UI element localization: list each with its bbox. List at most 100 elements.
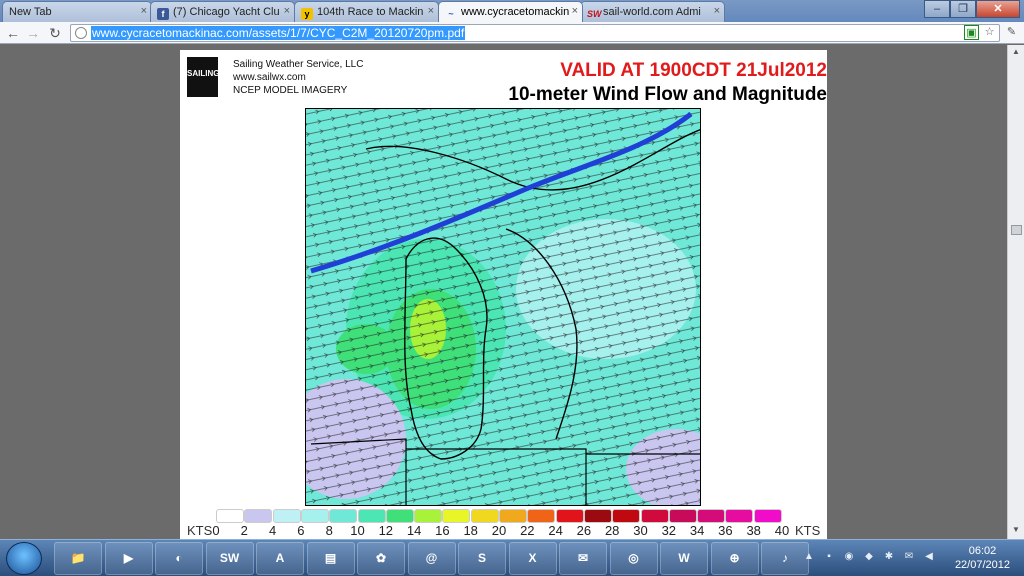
- tab-sail-world[interactable]: SW sail-world.com Admi ×: [580, 1, 725, 22]
- legend-tick-label: 34: [689, 523, 705, 538]
- taskbar-folder-icon[interactable]: 📁: [54, 542, 102, 575]
- legend-tick-label: 38: [746, 523, 761, 538]
- valid-time: VALID AT 1900CDT 21Jul2012: [560, 60, 827, 81]
- legend-swatch: [612, 509, 641, 523]
- taskbar-media-icon[interactable]: ▶: [104, 542, 153, 575]
- taskbar-chili-icon[interactable]: ✿: [357, 542, 405, 575]
- minimize-icon[interactable]: –: [924, 0, 950, 18]
- back-arrow-icon[interactable]: ←: [4, 24, 22, 42]
- legend-swatch: [583, 509, 612, 523]
- legend-swatch: [329, 509, 358, 523]
- facebook-icon: f: [157, 8, 169, 20]
- network-icon[interactable]: ◉: [842, 551, 856, 565]
- globe-icon: [75, 27, 87, 39]
- legend-tick-label: 2: [240, 523, 248, 538]
- pdf-viewer: SAILING Sailing Weather Service, LLC www…: [0, 45, 1024, 539]
- legend-swatch: [697, 509, 726, 523]
- url-text[interactable]: www.cycracetomackinac.com/assets/1/7/CYC…: [91, 26, 466, 40]
- scroll-thumb[interactable]: [1011, 225, 1022, 235]
- tab-label: www.cycracetomackin: [461, 6, 570, 18]
- tab-label: New Tab: [9, 6, 52, 18]
- address-bar[interactable]: www.cycracetomackinac.com/assets/1/7/CYC…: [70, 24, 1000, 42]
- tab-strip: New Tab × f (7) Chicago Yacht Clu × y 104t…: [0, 0, 1024, 22]
- legend-tick-label: 6: [297, 523, 305, 538]
- clock-date: 22/07/2012: [954, 559, 1010, 571]
- legend-swatch: [725, 509, 754, 523]
- taskbar-acrobat-icon[interactable]: A: [256, 542, 304, 575]
- legend-tick-label: 12: [378, 523, 394, 538]
- tab-new-tab[interactable]: New Tab ×: [2, 1, 152, 22]
- close-icon[interactable]: ×: [714, 5, 720, 17]
- taskbar-files-icon[interactable]: ▤: [306, 542, 355, 575]
- taskbar-excel-icon[interactable]: X: [508, 542, 557, 575]
- sailing-logo: SAILING: [187, 57, 219, 97]
- legend-tick-label: 10: [350, 523, 365, 538]
- legend-swatch: [216, 509, 244, 523]
- legend-tick-label: 14: [406, 523, 422, 538]
- vertical-scrollbar[interactable]: ▲ ▼: [1007, 45, 1024, 539]
- taskbar-mail-icon[interactable]: @: [407, 542, 456, 575]
- taskbar-word-icon[interactable]: W: [660, 542, 708, 575]
- wind-map: [305, 108, 701, 506]
- tab-label: 104th Race to Mackin: [317, 6, 424, 18]
- close-icon[interactable]: ×: [572, 5, 578, 17]
- taskbar-browser-old-icon[interactable]: ◐: [155, 542, 203, 575]
- yahoo-icon: y: [301, 8, 313, 20]
- company-sub: NCEP MODEL IMAGERY: [233, 85, 348, 96]
- legend-tick-label: 4: [268, 523, 277, 538]
- legend-swatch: [640, 509, 669, 523]
- tab-chicago-yacht-club[interactable]: f (7) Chicago Yacht Clu ×: [150, 1, 295, 22]
- mail-tray-icon[interactable]: ✉: [902, 551, 916, 565]
- star-icon[interactable]: ☆: [982, 25, 997, 40]
- show-hidden-icon[interactable]: ▲: [802, 551, 816, 565]
- legend-swatch: [470, 509, 499, 523]
- legend-tick-label: 22: [520, 523, 535, 538]
- taskbar-sw-icon[interactable]: SW: [205, 542, 254, 575]
- restore-icon[interactable]: ❐: [950, 0, 976, 18]
- extension-icon[interactable]: ▣: [964, 25, 979, 40]
- scroll-down-icon[interactable]: ▼: [1010, 525, 1022, 537]
- dropbox-icon[interactable]: ◆: [862, 551, 876, 565]
- close-icon[interactable]: ×: [284, 5, 290, 17]
- legend-swatch: [414, 509, 443, 523]
- legend-swatch: [385, 509, 414, 523]
- tab-race-to-mackinac[interactable]: y 104th Race to Mackin ×: [294, 1, 439, 22]
- legend-tick-label: 28: [604, 523, 620, 538]
- taskbar-thunderbird-icon[interactable]: ✉: [559, 542, 607, 575]
- legend-tick-label: 36: [718, 523, 733, 538]
- legend-swatch: [527, 509, 556, 523]
- tab-cycracetomackinac[interactable]: ~ www.cycracetomackin ×: [438, 1, 583, 22]
- close-icon[interactable]: ×: [428, 5, 434, 17]
- page-icon: ~: [448, 9, 454, 19]
- browser-toolbar: ← → ↻ www.cycracetomackinac.com/assets/1…: [0, 22, 1024, 44]
- taskbar-chrome-icon[interactable]: ◎: [609, 542, 658, 575]
- close-icon[interactable]: ×: [141, 5, 147, 17]
- volume-icon[interactable]: ◀: [922, 551, 936, 565]
- legend-tick-label: 40: [774, 523, 790, 538]
- wind-map-graphic: [306, 109, 700, 505]
- legend-tick-label: 32: [661, 523, 677, 538]
- clock[interactable]: 06:02 22/07/2012: [955, 544, 1010, 572]
- scroll-up-icon[interactable]: ▲: [1010, 47, 1022, 59]
- legend-tick-label: 0: [212, 523, 220, 538]
- close-window-icon[interactable]: ✕: [976, 0, 1020, 18]
- taskbar-skype-icon[interactable]: S: [458, 542, 506, 575]
- legend-swatch: [753, 509, 782, 523]
- sail-world-icon: SW: [587, 9, 602, 19]
- start-button[interactable]: [6, 542, 42, 575]
- legend-swatch: [357, 509, 386, 523]
- reload-icon[interactable]: ↻: [46, 24, 64, 42]
- map-title: 10-meter Wind Flow and Magnitude: [508, 84, 827, 105]
- action-center-icon[interactable]: ▪: [822, 551, 836, 565]
- wrench-icon[interactable]: ✎: [1004, 25, 1019, 40]
- sync-icon[interactable]: ✱: [882, 551, 896, 565]
- legend-swatch: [668, 509, 697, 523]
- company-name: Sailing Weather Service, LLC: [233, 59, 364, 70]
- legend-tick-label: 26: [576, 523, 592, 538]
- system-tray: ▲ ▪ ◉ ◆ ✱ ✉ ◀ 06:02 22/07/2012: [794, 540, 1024, 576]
- forward-arrow-icon[interactable]: →: [24, 24, 42, 42]
- legend-swatch: [499, 509, 527, 523]
- legend-swatch: [442, 509, 471, 523]
- taskbar-network-icon[interactable]: ⊕: [710, 542, 759, 575]
- legend-swatch: [244, 509, 273, 523]
